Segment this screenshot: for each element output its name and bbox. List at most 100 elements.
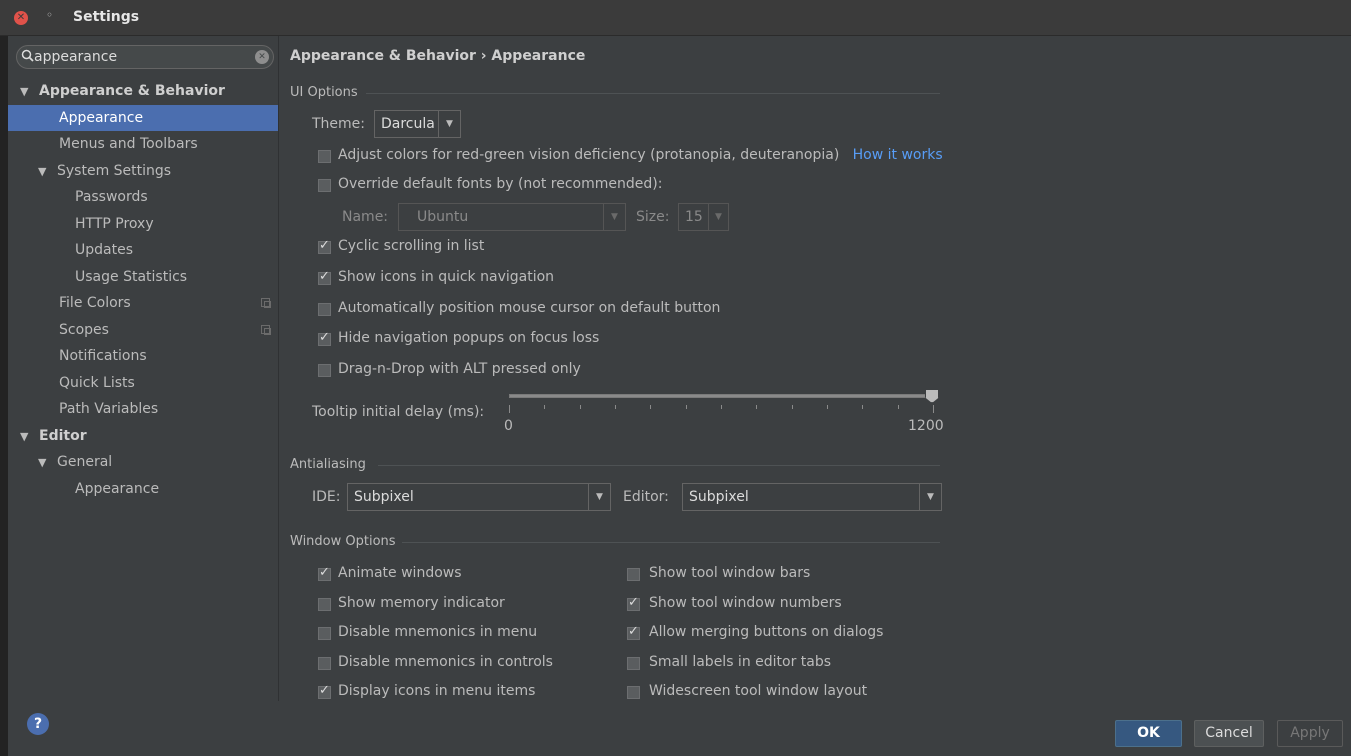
tree-item-label: Appearance: [59, 109, 144, 126]
tree-item-usage-statistics[interactable]: Usage Statistics: [8, 264, 278, 291]
show-tool-window-numbers-label: Show tool window numbers: [649, 594, 842, 611]
tree-item-appearance-behavior[interactable]: ▼ Appearance & Behavior: [8, 78, 278, 105]
slider-tick: [862, 405, 864, 409]
chevron-down-icon: ▼: [438, 111, 460, 137]
tooltip-min-label: 0: [504, 418, 513, 434]
chevron-down-icon: ▼: [588, 484, 610, 510]
tree-item-label: HTTP Proxy: [75, 215, 154, 232]
apply-button[interactable]: Apply: [1277, 720, 1343, 747]
settings-window: ✕ ▼ Appearance & Behavior Appearance Menus …: [8, 36, 1351, 756]
expand-arrow-icon[interactable]: ▼: [38, 450, 52, 476]
search-input[interactable]: [34, 48, 244, 66]
clear-search-icon[interactable]: ✕: [255, 50, 269, 64]
tree-item-label: Quick Lists: [59, 374, 135, 391]
window-options-title: Window Options: [290, 534, 396, 549]
override-fonts-checkbox[interactable]: [318, 179, 331, 192]
window-title: Settings: [73, 9, 140, 25]
allow-merging-buttons-on-dialogs-checkbox[interactable]: [627, 624, 640, 640]
cyclic-scrolling-checkbox[interactable]: [318, 238, 331, 254]
small-labels-in-editor-tabs-label: Small labels in editor tabs: [649, 653, 832, 670]
hide-nav-popups-checkbox[interactable]: [318, 330, 331, 346]
disable-mnemonics-in-menu-label: Disable mnemonics in menu: [338, 624, 538, 640]
ok-button[interactable]: OK: [1115, 720, 1182, 747]
tree-item-label: Usage Statistics: [75, 268, 188, 285]
copy-icon: [261, 298, 271, 308]
slider-thumb[interactable]: [925, 389, 939, 403]
show-tool-window-bars-label: Show tool window bars: [649, 565, 811, 581]
tree-item-label: Menus and Toolbars: [59, 136, 198, 152]
animate-windows-label: Animate windows: [338, 565, 462, 581]
show-icons-nav-label: Show icons in quick navigation: [338, 269, 555, 285]
font-name-select[interactable]: Ubuntu ▼: [398, 203, 626, 231]
drag-n-drop-label: Drag-n-Drop with ALT pressed only: [338, 361, 581, 377]
display-icons-in-menu-items-checkbox[interactable]: [318, 683, 331, 699]
tree-item-editor[interactable]: ▼ Editor: [8, 423, 278, 450]
theme-label: Theme:: [312, 116, 366, 132]
ide-aa-select[interactable]: Subpixel ▼: [347, 483, 611, 511]
sidebar: ✕ ▼ Appearance & Behavior Appearance Menus …: [8, 36, 279, 701]
search-icon: [21, 48, 35, 66]
auto-position-mouse-checkbox[interactable]: [318, 303, 331, 316]
settings-tree: ▼ Appearance & Behavior Appearance Menus an…: [8, 78, 278, 502]
expand-arrow-icon[interactable]: ▼: [38, 159, 52, 185]
theme-select[interactable]: Darcula ▼: [374, 110, 461, 138]
tree-item-label: Scopes: [59, 321, 109, 338]
tree-item-path-variables[interactable]: Path Variables: [8, 396, 278, 423]
widescreen-tool-window-layout-label: Widescreen tool window layout: [649, 683, 868, 699]
widescreen-tool-window-layout-checkbox[interactable]: [627, 686, 640, 699]
slider-tick: [509, 405, 510, 413]
show-memory-indicator-checkbox[interactable]: [318, 597, 331, 611]
tree-item-updates[interactable]: Updates: [8, 237, 278, 264]
minimize-icon[interactable]: ◦: [46, 8, 53, 22]
adjust-colors-label: Adjust colors for red-green vision defic…: [338, 147, 943, 163]
disable-mnemonics-in-controls-checkbox[interactable]: [318, 656, 331, 670]
tree-item-menus-and-toolbars[interactable]: Menus and Toolbars: [8, 131, 278, 158]
cancel-button[interactable]: Cancel: [1194, 720, 1264, 747]
show-tool-window-bars-checkbox[interactable]: [627, 568, 640, 581]
tree-item-http-proxy[interactable]: HTTP Proxy: [8, 211, 278, 238]
close-icon[interactable]: ✕: [14, 11, 28, 25]
help-icon[interactable]: ?: [27, 713, 49, 735]
show-memory-indicator-label: Show memory indicator: [338, 594, 505, 611]
disable-mnemonics-in-controls-label: Disable mnemonics in controls: [338, 653, 553, 670]
font-size-label: Size:: [636, 209, 670, 225]
tree-item-appearance[interactable]: Appearance: [8, 476, 278, 503]
tree-item-notifications[interactable]: Notifications: [8, 343, 278, 370]
animate-windows-checkbox[interactable]: [318, 565, 331, 581]
window-options-divider: [402, 542, 940, 543]
breadcrumb: Appearance & Behavior › Appearance: [290, 48, 586, 64]
tree-item-label: Passwords: [75, 189, 148, 205]
slider-fill: [510, 395, 932, 397]
tree-item-label: Path Variables: [59, 401, 159, 417]
tree-item-quick-lists[interactable]: Quick Lists: [8, 370, 278, 397]
tree-item-passwords[interactable]: Passwords: [8, 184, 278, 211]
override-fonts-label: Override default fonts by (not recommend…: [338, 176, 663, 192]
slider-tick: [579, 405, 581, 409]
font-name-label: Name:: [342, 209, 389, 225]
tree-item-appearance[interactable]: Appearance: [8, 104, 278, 131]
tree-item-file-colors[interactable]: File Colors: [8, 290, 278, 317]
adjust-colors-checkbox[interactable]: [318, 150, 331, 163]
tooltip-max-label: 1200: [908, 418, 944, 434]
tree-item-system-settings[interactable]: ▼ System Settings: [8, 158, 278, 185]
drag-n-drop-checkbox[interactable]: [318, 364, 331, 377]
slider-track[interactable]: [509, 394, 933, 398]
how-it-works-link[interactable]: How it works: [853, 147, 943, 163]
show-icons-nav-checkbox[interactable]: [318, 269, 331, 285]
editor-aa-select[interactable]: Subpixel ▼: [682, 483, 942, 511]
tree-item-scopes[interactable]: Scopes: [8, 317, 278, 344]
expand-arrow-icon[interactable]: ▼: [20, 79, 34, 105]
slider-tick: [685, 405, 687, 409]
show-tool-window-numbers-checkbox[interactable]: [627, 595, 640, 611]
auto-position-mouse-label: Automatically position mouse cursor on d…: [338, 300, 721, 316]
small-labels-in-editor-tabs-checkbox[interactable]: [627, 656, 640, 670]
font-name-value: Ubuntu: [417, 209, 469, 225]
disable-mnemonics-in-menu-checkbox[interactable]: [318, 627, 331, 640]
expand-arrow-icon[interactable]: ▼: [20, 424, 34, 450]
slider-tick: [827, 405, 828, 409]
slider-tick: [933, 405, 934, 413]
tree-item-general[interactable]: ▼ General: [8, 449, 278, 476]
chevron-down-icon: ▼: [919, 484, 941, 510]
content-panel: Appearance & Behavior › Appearance UI Op…: [280, 36, 1351, 701]
font-size-select[interactable]: 15 ▼: [678, 203, 729, 231]
